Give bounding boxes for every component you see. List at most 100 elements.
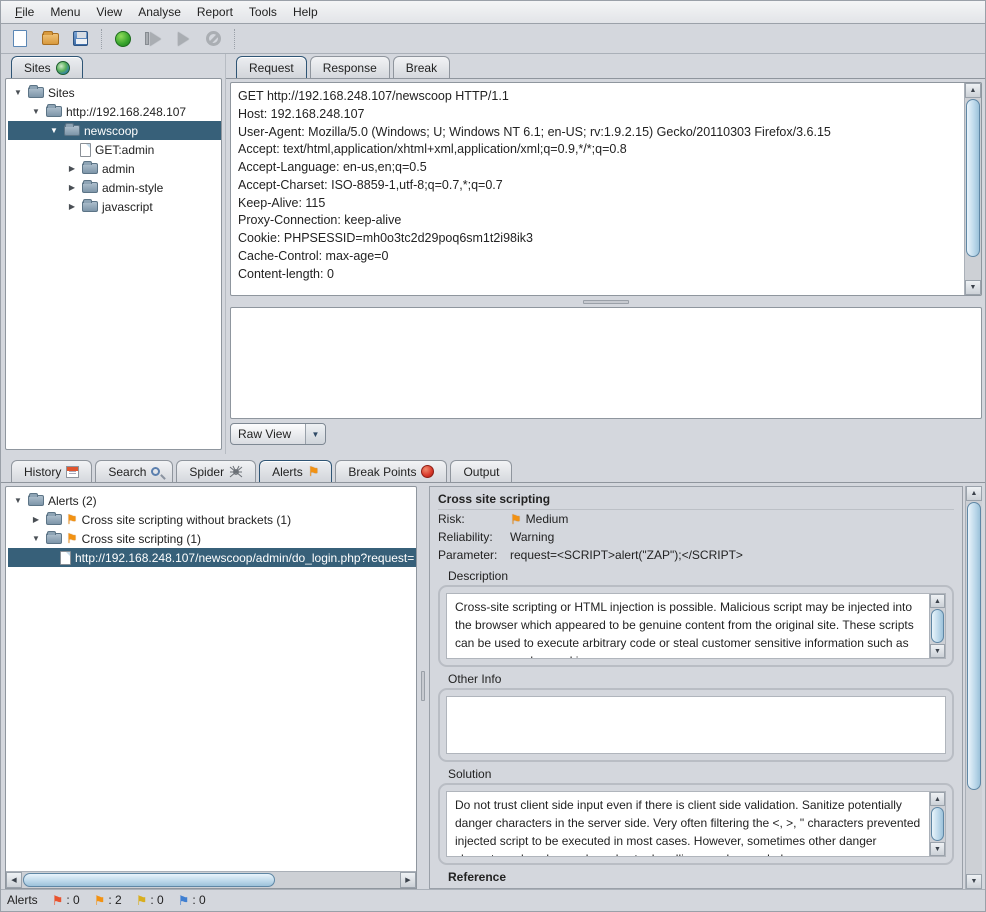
scroll-right-icon[interactable]: ▶ — [400, 872, 416, 888]
tab-spider-label: Spider — [189, 465, 224, 479]
solution-scrollbar[interactable]: ▲▼ — [929, 792, 945, 856]
search-icon — [151, 467, 160, 476]
menu-menu[interactable]: Menu — [42, 2, 88, 22]
reference-group: Reference — [438, 867, 954, 886]
expand-open-icon[interactable]: ▼ — [30, 534, 42, 543]
tree-node-javascript[interactable]: ▶javascript — [8, 197, 221, 216]
menu-report[interactable]: Report — [189, 2, 241, 22]
description-text[interactable]: Cross-site scripting or HTML injection i… — [447, 594, 929, 658]
request-body-splitter[interactable] — [226, 296, 985, 307]
parameter-value: request=<SCRIPT>alert("ZAP");</SCRIPT> — [510, 548, 743, 562]
menu-tools[interactable]: Tools — [241, 2, 285, 22]
menu-bar: File Menu View Analyse Report Tools Help — [1, 1, 985, 24]
scroll-up-icon[interactable]: ▲ — [930, 594, 945, 608]
splitter-grip-icon[interactable] — [583, 300, 629, 304]
other-info-text[interactable] — [447, 697, 945, 753]
alert-count-medium[interactable]: ⚑: 2 — [94, 893, 122, 907]
view-mode-select[interactable]: Raw View ▼ — [230, 423, 326, 445]
expand-closed-icon[interactable]: ▶ — [30, 515, 42, 524]
tree-node-alerts-root[interactable]: ▼ Alerts (2) — [8, 491, 416, 510]
menu-analyse[interactable]: Analyse — [130, 2, 189, 22]
toolbar-separator — [101, 29, 102, 49]
tab-response[interactable]: Response — [310, 56, 390, 78]
tree-node-xss[interactable]: ▼⚑Cross site scripting (1) — [8, 529, 416, 548]
step-button[interactable] — [140, 27, 166, 51]
scroll-left-icon[interactable]: ◀ — [6, 872, 22, 888]
scroll-thumb[interactable] — [966, 99, 980, 257]
scroll-down-icon[interactable]: ▼ — [965, 280, 981, 295]
new-session-button[interactable] — [7, 27, 33, 51]
tab-history[interactable]: History — [11, 460, 92, 482]
scroll-up-icon[interactable]: ▲ — [966, 486, 982, 501]
open-session-button[interactable] — [37, 27, 63, 51]
description-scrollbar[interactable]: ▲▼ — [929, 594, 945, 658]
continue-button[interactable] — [170, 27, 196, 51]
splitter-grip-icon[interactable] — [421, 671, 425, 701]
menu-help[interactable]: Help — [285, 2, 326, 22]
tab-history-label: History — [24, 465, 61, 479]
tab-sites[interactable]: Sites — [11, 56, 83, 78]
request-body-box[interactable] — [230, 307, 982, 419]
tab-alerts[interactable]: Alerts⚑ — [259, 460, 332, 482]
solution-text[interactable]: Do not trust client side input even if t… — [447, 792, 929, 856]
chevron-down-icon[interactable]: ▼ — [305, 424, 325, 444]
detail-vertical-scrollbar[interactable]: ▲ ▼ — [965, 486, 982, 889]
menu-view[interactable]: View — [88, 2, 130, 22]
scroll-thumb[interactable] — [931, 807, 944, 841]
tab-request[interactable]: Request — [236, 56, 307, 78]
expand-closed-icon[interactable]: ▶ — [66, 202, 78, 211]
save-icon — [73, 31, 88, 46]
alert-count-low[interactable]: ⚑: 0 — [136, 893, 164, 907]
save-session-button[interactable] — [67, 27, 93, 51]
tree-node-admin[interactable]: ▶admin — [8, 159, 221, 178]
expand-open-icon[interactable]: ▼ — [30, 107, 42, 116]
flag-icon: ⚑ — [510, 513, 522, 526]
tab-spider[interactable]: Spider — [176, 460, 256, 482]
expand-closed-icon[interactable]: ▶ — [66, 164, 78, 173]
scroll-thumb[interactable] — [967, 502, 981, 790]
other-info-label: Other Info — [438, 669, 954, 688]
stop-button[interactable] — [200, 27, 226, 51]
spider-icon — [229, 465, 243, 479]
scroll-down-icon[interactable]: ▼ — [930, 644, 945, 658]
tree-node-admin-style[interactable]: ▶admin-style — [8, 178, 221, 197]
tab-break-points[interactable]: Break Points — [335, 460, 447, 482]
toolbar — [1, 24, 985, 54]
alerts-detail-splitter[interactable] — [417, 483, 429, 889]
solution-label: Solution — [438, 764, 954, 783]
request-vertical-scrollbar[interactable]: ▲ ▼ — [964, 83, 981, 295]
menu-file[interactable]: File — [7, 2, 42, 22]
tab-break[interactable]: Break — [393, 56, 450, 78]
alerts-horizontal-scrollbar[interactable]: ◀ ▶ — [6, 871, 416, 888]
tree-node-xss-without-brackets[interactable]: ▶⚑Cross site scripting without brackets … — [8, 510, 416, 529]
request-response-panel: Request Response Break GET http://192.16… — [225, 54, 985, 454]
tree-node-newscoop[interactable]: ▼newscoop — [8, 121, 221, 140]
expand-closed-icon[interactable]: ▶ — [66, 183, 78, 192]
alert-detail-panel: Cross site scripting Risk: ⚑Medium Relia… — [429, 486, 963, 889]
alert-count-high[interactable]: ⚑: 0 — [52, 893, 80, 907]
reference-label: Reference — [438, 867, 954, 886]
tree-node-host[interactable]: ▼http://192.168.248.107 — [8, 102, 221, 121]
scroll-down-icon[interactable]: ▼ — [930, 842, 945, 856]
expand-open-icon[interactable]: ▼ — [12, 88, 24, 97]
record-button[interactable] — [110, 27, 136, 51]
expand-open-icon[interactable]: ▼ — [48, 126, 60, 135]
red-flag-icon: ⚑ — [52, 894, 64, 907]
tree-label: Alerts (2) — [48, 494, 97, 508]
scroll-up-icon[interactable]: ▲ — [930, 792, 945, 806]
request-header-text[interactable]: GET http://192.168.248.107/newscoop HTTP… — [231, 83, 964, 295]
tab-output[interactable]: Output — [450, 460, 512, 482]
tree-node-get-admin[interactable]: GET:admin — [8, 140, 221, 159]
tree-node-sites[interactable]: ▼Sites — [8, 83, 221, 102]
yellow-flag-icon: ⚑ — [136, 894, 148, 907]
scroll-thumb[interactable] — [931, 609, 944, 643]
parameter-row: Parameter: request=<SCRIPT>alert("ZAP");… — [438, 546, 954, 564]
scroll-up-icon[interactable]: ▲ — [965, 83, 981, 98]
expand-open-icon[interactable]: ▼ — [12, 496, 24, 505]
scroll-down-icon[interactable]: ▼ — [966, 874, 982, 889]
alert-count-info[interactable]: ⚑: 0 — [178, 893, 206, 907]
stop-icon — [206, 31, 221, 46]
scroll-thumb[interactable] — [23, 873, 275, 887]
tab-search[interactable]: Search — [95, 460, 173, 482]
tree-node-alert-url[interactable]: http://192.168.248.107/newscoop/admin/do… — [8, 548, 416, 567]
